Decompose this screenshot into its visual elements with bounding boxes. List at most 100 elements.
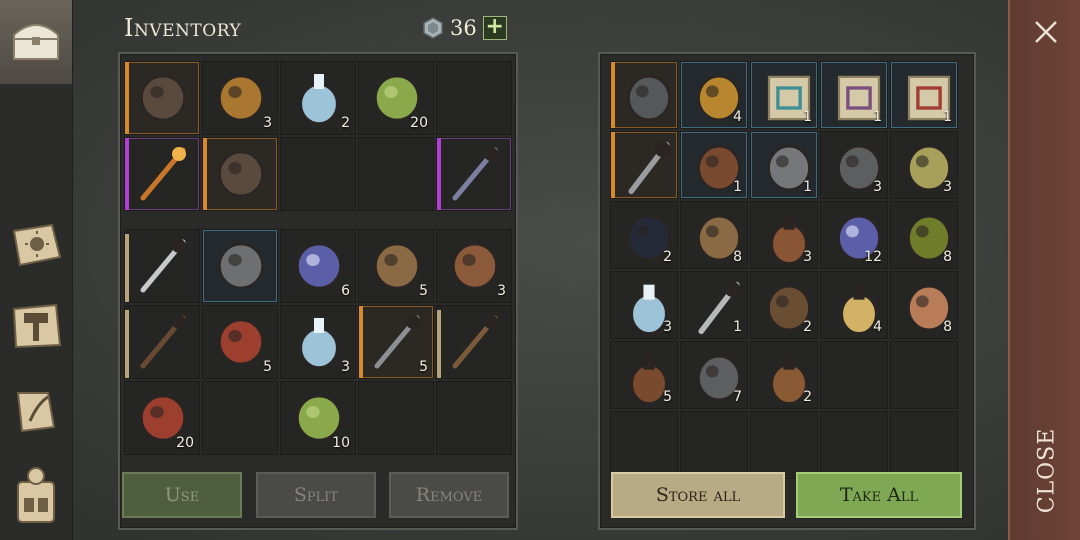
item-slot[interactable] xyxy=(436,137,512,211)
inventory-title: Inventory xyxy=(124,14,242,42)
item-count: 20 xyxy=(176,435,194,451)
item-count: 10 xyxy=(332,435,350,451)
item-count: 5 xyxy=(419,359,428,375)
remove-button[interactable]: Remove xyxy=(389,472,509,518)
rarity-bar xyxy=(437,138,441,210)
item-slot[interactable]: 1 xyxy=(750,61,818,129)
rarity-bar xyxy=(125,62,129,134)
rarity-bar xyxy=(203,138,207,210)
item-slot[interactable] xyxy=(202,137,278,211)
item-count: 7 xyxy=(733,389,742,405)
item-slot[interactable]: 2 xyxy=(280,61,356,135)
item-slot[interactable]: 1 xyxy=(890,61,958,129)
item-count: 3 xyxy=(663,319,672,335)
item-count: 5 xyxy=(663,389,672,405)
item-slot[interactable]: 5 xyxy=(610,341,678,409)
item-slot[interactable] xyxy=(124,229,200,303)
item-count: 8 xyxy=(733,249,742,265)
item-count: 6 xyxy=(341,283,350,299)
rarity-bar xyxy=(125,138,129,210)
hammer-icon[interactable] xyxy=(8,298,64,354)
item-count: 2 xyxy=(663,249,672,265)
use-button[interactable]: Use xyxy=(122,472,242,518)
currency-amount: 36 xyxy=(450,16,477,40)
item-slot[interactable]: 8 xyxy=(680,201,748,269)
empty-slot[interactable] xyxy=(358,381,434,455)
durability-bar xyxy=(437,309,441,378)
item-slot[interactable]: 1 xyxy=(820,61,888,129)
item-count: 2 xyxy=(803,389,812,405)
item-slot[interactable]: 3 xyxy=(436,229,512,303)
empty-slot[interactable] xyxy=(280,137,356,211)
item-slot[interactable]: 5 xyxy=(358,305,434,379)
item-slot[interactable] xyxy=(610,61,678,129)
item-slot[interactable] xyxy=(124,137,200,211)
item-slot[interactable]: 7 xyxy=(680,341,748,409)
rarity-bar xyxy=(611,132,615,198)
empty-slot[interactable] xyxy=(750,411,818,479)
sun-book-icon[interactable] xyxy=(8,216,64,272)
add-currency-button[interactable]: + xyxy=(482,16,507,40)
item-slot[interactable]: 3 xyxy=(750,201,818,269)
item-slot[interactable]: 3 xyxy=(202,61,278,135)
item-slot[interactable]: 3 xyxy=(280,305,356,379)
item-count: 1 xyxy=(943,109,952,125)
empty-slot[interactable] xyxy=(890,341,958,409)
item-slot[interactable]: 5 xyxy=(202,305,278,379)
item-slot[interactable] xyxy=(202,229,278,303)
backpack-icon[interactable] xyxy=(8,466,64,523)
durability-bar xyxy=(125,233,129,302)
item-slot[interactable]: 3 xyxy=(820,131,888,199)
item-slot[interactable]: 2 xyxy=(610,201,678,269)
item-slot[interactable]: 8 xyxy=(890,271,958,339)
item-slot[interactable]: 4 xyxy=(820,271,888,339)
item-slot[interactable] xyxy=(436,305,512,379)
item-slot[interactable]: 5 xyxy=(358,229,434,303)
item-slot[interactable]: 2 xyxy=(750,341,818,409)
item-slot[interactable]: 20 xyxy=(358,61,434,135)
item-slot[interactable]: 12 xyxy=(820,201,888,269)
item-slot[interactable]: 1 xyxy=(750,131,818,199)
empty-slot[interactable] xyxy=(820,411,888,479)
close-panel-button[interactable]: CLOSE xyxy=(1008,0,1080,540)
chest-icon[interactable] xyxy=(8,12,64,68)
durability-bar xyxy=(125,309,129,378)
empty-slot[interactable] xyxy=(610,411,678,479)
item-count: 8 xyxy=(943,319,952,335)
item-slot[interactable]: 1 xyxy=(680,271,748,339)
item-slot[interactable]: 10 xyxy=(280,381,356,455)
split-button[interactable]: Split xyxy=(256,472,376,518)
empty-slot[interactable] xyxy=(680,411,748,479)
rarity-bar xyxy=(611,62,615,128)
item-slot[interactable] xyxy=(124,61,200,135)
equipment-grid: 3 2 20 xyxy=(124,61,512,211)
store-all-button[interactable]: Store all xyxy=(611,472,785,518)
item-count: 3 xyxy=(497,283,506,299)
item-slot[interactable]: 3 xyxy=(890,131,958,199)
left-rail xyxy=(0,0,73,540)
rarity-bar xyxy=(359,306,363,378)
item-count: 4 xyxy=(733,109,742,125)
empty-slot[interactable] xyxy=(436,61,512,135)
item-slot[interactable]: 8 xyxy=(890,201,958,269)
bag-grid: 6 5 3 5 3 5 20 10 xyxy=(124,229,512,455)
scroll-icon[interactable] xyxy=(8,384,64,440)
empty-slot[interactable] xyxy=(358,137,434,211)
empty-slot[interactable] xyxy=(436,381,512,455)
item-count: 3 xyxy=(263,115,272,131)
item-slot[interactable]: 3 xyxy=(610,271,678,339)
item-slot[interactable]: 6 xyxy=(280,229,356,303)
empty-slot[interactable] xyxy=(202,381,278,455)
close-icon[interactable] xyxy=(1030,16,1062,48)
take-all-button[interactable]: Take All xyxy=(796,472,962,518)
item-slot[interactable] xyxy=(610,131,678,199)
item-slot[interactable]: 2 xyxy=(750,271,818,339)
item-count: 2 xyxy=(341,115,350,131)
item-slot[interactable]: 1 xyxy=(680,131,748,199)
empty-slot[interactable] xyxy=(890,411,958,479)
item-slot[interactable] xyxy=(124,305,200,379)
item-slot[interactable]: 20 xyxy=(124,381,200,455)
empty-slot[interactable] xyxy=(820,341,888,409)
item-slot[interactable]: 4 xyxy=(680,61,748,129)
close-label: CLOSE xyxy=(1034,427,1060,513)
